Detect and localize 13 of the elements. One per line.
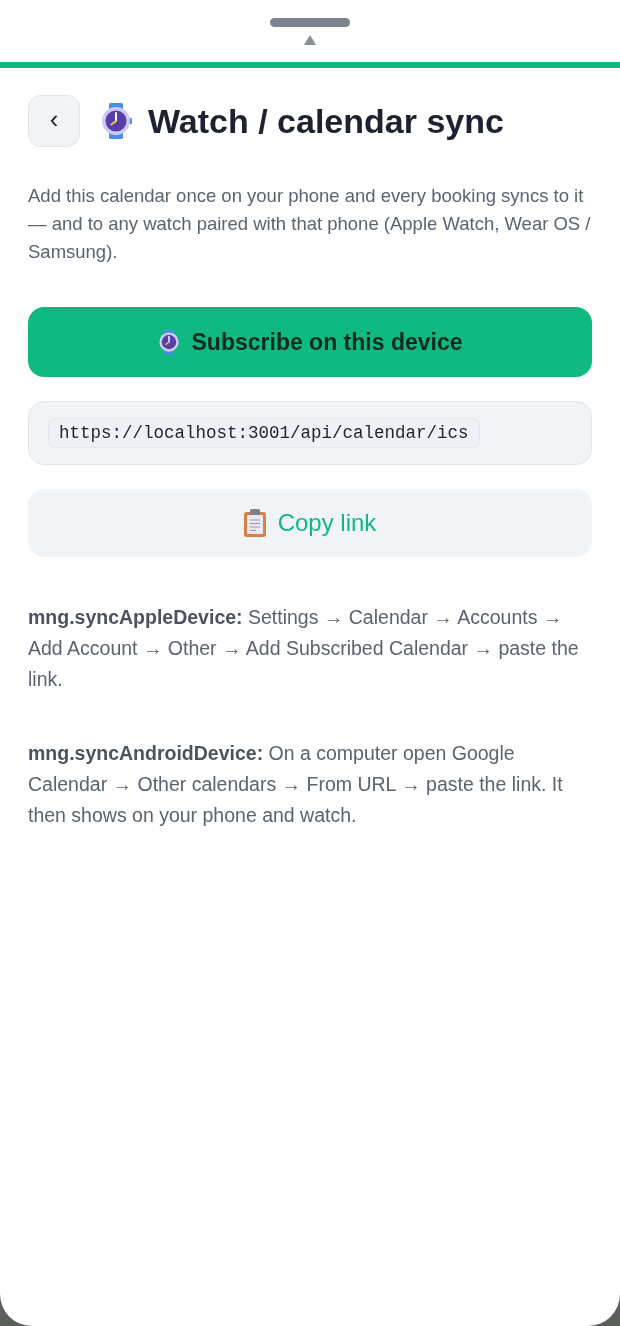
watch-icon xyxy=(157,329,180,355)
back-button[interactable]: ‹ xyxy=(28,95,80,147)
description-text: Add this calendar once on your phone and every booking syncs to it — and to any watch paired with that phone (Apple Watch, Wear OS / Samsung). xyxy=(28,184,592,264)
link-field[interactable]: https://localhost:3001/api/calendar/ics xyxy=(28,401,592,465)
link-url: https://localhost:3001/api/calendar/ics xyxy=(48,418,480,448)
clipboard-icon xyxy=(243,509,266,537)
subscribe-button[interactable]: Subscribe on this device xyxy=(28,307,592,377)
triangle-icon xyxy=(304,35,316,45)
drag-handle[interactable] xyxy=(270,18,350,27)
instruction-text: mng.syncAndroidDevice: On a computer open Google Calendar → Other calendars → From URL → paste the link. It then shows on your phone and watch. xyxy=(28,741,564,828)
instruction-text: mng.syncAppleDevice: Settings → Calendar → Accounts → Add Account → Other → Add Subscribed Calendar → paste the link. xyxy=(28,605,580,692)
watch-icon xyxy=(100,103,132,139)
page-title: Watch / calendar sync xyxy=(148,101,504,141)
